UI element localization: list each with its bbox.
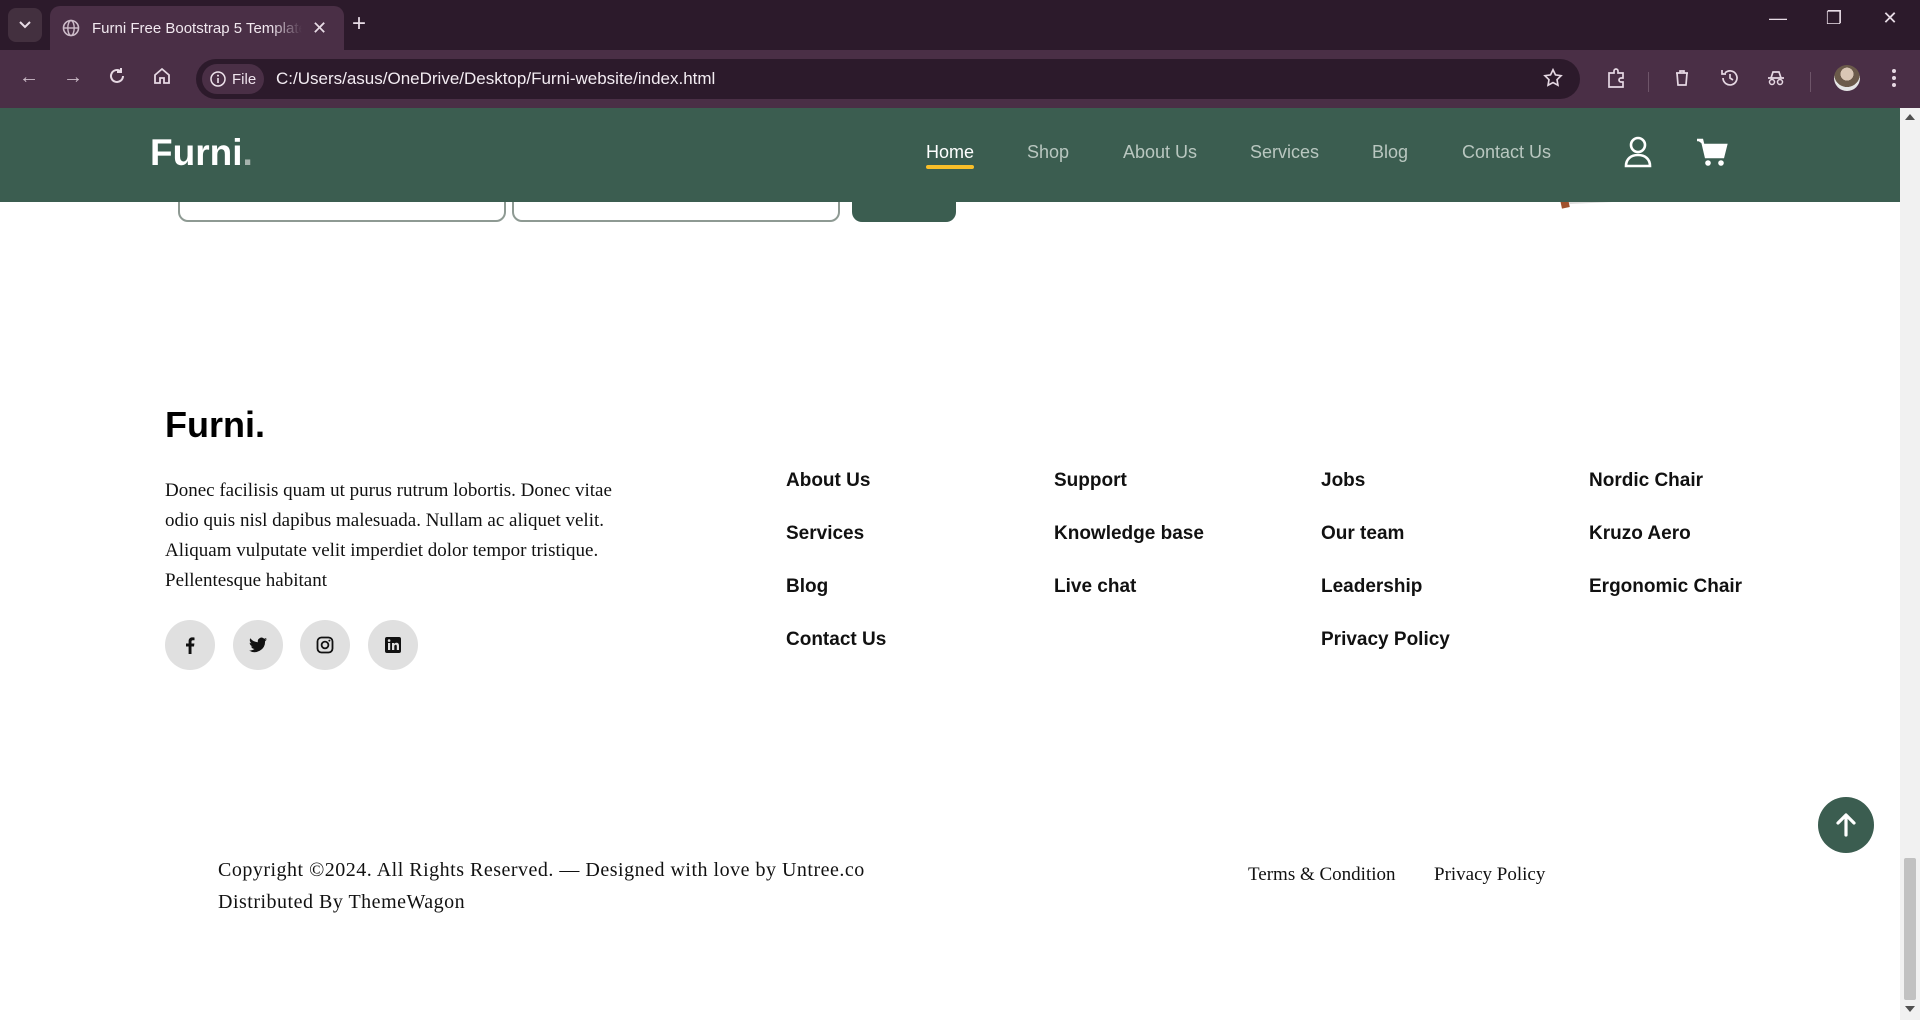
facebook-icon bbox=[186, 637, 195, 654]
linkedin-button[interactable] bbox=[368, 620, 418, 670]
bookmark-star-icon[interactable] bbox=[1542, 67, 1564, 89]
arrow-up-icon bbox=[1836, 813, 1856, 837]
globe-icon bbox=[62, 19, 80, 37]
nav-contact-us[interactable]: Contact Us bbox=[1462, 142, 1551, 163]
minimize-icon[interactable]: — bbox=[1758, 8, 1798, 29]
linkedin-icon bbox=[385, 637, 401, 653]
toolbar-separator bbox=[1810, 72, 1811, 92]
info-icon bbox=[210, 71, 226, 87]
scroll-down-arrow-icon[interactable] bbox=[1905, 1006, 1915, 1012]
footer-link-privacy-policy[interactable]: Privacy Policy bbox=[1321, 629, 1450, 651]
browser-tab[interactable]: Furni Free Bootstrap 5 Template ✕ bbox=[50, 6, 344, 50]
nav-blog[interactable]: Blog bbox=[1372, 142, 1408, 163]
scrollbar-thumb[interactable] bbox=[1904, 858, 1916, 1000]
url-text[interactable]: C:/Users/asus/OneDrive/Desktop/Furni-web… bbox=[276, 69, 715, 89]
footer-link-ergonomic-chair[interactable]: Ergonomic Chair bbox=[1589, 576, 1742, 598]
footer-link-blog[interactable]: Blog bbox=[786, 576, 828, 598]
footer-link-jobs[interactable]: Jobs bbox=[1321, 470, 1365, 492]
facebook-button[interactable] bbox=[165, 620, 215, 670]
back-to-top-button[interactable] bbox=[1818, 797, 1874, 853]
footer-link-nordic-chair[interactable]: Nordic Chair bbox=[1589, 470, 1703, 492]
site-chip-label: File bbox=[232, 70, 257, 88]
footer-link-contact-us[interactable]: Contact Us bbox=[786, 629, 886, 651]
history-icon[interactable] bbox=[1716, 64, 1744, 92]
extensions-icon[interactable] bbox=[1602, 64, 1630, 92]
home-icon[interactable] bbox=[147, 66, 177, 92]
toolbar-separator bbox=[1648, 72, 1649, 92]
copyright-text: Copyright ©2024. All Rights Reserved. — … bbox=[218, 859, 865, 881]
twitter-button[interactable] bbox=[233, 620, 283, 670]
restore-icon[interactable]: ❐ bbox=[1814, 8, 1854, 29]
footer-description: Donec facilisis quam ut purus rutrum lob… bbox=[165, 480, 612, 591]
scroll-up-arrow-icon[interactable] bbox=[1905, 114, 1915, 120]
close-window-icon[interactable]: ✕ bbox=[1870, 8, 1910, 29]
new-tab-button[interactable]: + bbox=[352, 10, 366, 38]
profile-avatar[interactable] bbox=[1834, 65, 1860, 91]
terms-link[interactable]: Terms & Condition bbox=[1248, 864, 1396, 886]
footer-logo[interactable]: Furni. bbox=[165, 404, 265, 446]
footer-link-leadership[interactable]: Leadership bbox=[1321, 576, 1422, 598]
chevron-down-icon bbox=[19, 21, 31, 29]
close-tab-icon[interactable]: ✕ bbox=[312, 18, 327, 39]
address-bar[interactable]: File C:/Users/asus/OneDrive/Desktop/Furn… bbox=[196, 59, 1580, 99]
instagram-icon bbox=[316, 636, 334, 654]
user-icon[interactable] bbox=[1624, 136, 1652, 168]
browser-tab-strip: Furni Free Bootstrap 5 Template ✕ + — ❐ … bbox=[0, 0, 1920, 50]
nav-services[interactable]: Services bbox=[1250, 142, 1319, 163]
nav-home[interactable]: Home bbox=[926, 142, 975, 169]
reload-icon[interactable] bbox=[102, 66, 132, 92]
twitter-icon bbox=[249, 637, 267, 653]
footer-link-support[interactable]: Support bbox=[1054, 470, 1127, 492]
tab-title: Furni Free Bootstrap 5 Template bbox=[92, 19, 302, 37]
forward-arrow-icon[interactable]: → bbox=[58, 66, 88, 89]
footer-link-about-us[interactable]: About Us bbox=[786, 470, 870, 492]
footer-link-our-team[interactable]: Our team bbox=[1321, 523, 1404, 545]
privacy-policy-link[interactable]: Privacy Policy bbox=[1434, 864, 1545, 886]
instagram-button[interactable] bbox=[300, 620, 350, 670]
footer-link-live-chat[interactable]: Live chat bbox=[1054, 576, 1136, 598]
footer-link-kruzo-aero[interactable]: Kruzo Aero bbox=[1589, 523, 1691, 545]
brand-logo[interactable]: Furni. bbox=[150, 132, 253, 174]
cart-icon[interactable] bbox=[1696, 138, 1728, 168]
copyright-block: Copyright ©2024. All Rights Reserved. — … bbox=[218, 854, 865, 918]
nav-shop[interactable]: Shop bbox=[1027, 142, 1069, 163]
site-info-chip[interactable]: File bbox=[202, 64, 264, 94]
footer-link-knowledge-base[interactable]: Knowledge base bbox=[1054, 523, 1204, 545]
nav-about-us[interactable]: About Us bbox=[1123, 142, 1197, 163]
incognito-icon[interactable] bbox=[1762, 64, 1790, 92]
kebab-menu-icon[interactable] bbox=[1880, 64, 1908, 92]
footer-link-services[interactable]: Services bbox=[786, 523, 864, 545]
trash-icon[interactable] bbox=[1668, 64, 1696, 92]
distributed-by-text: Distributed By ThemeWagon bbox=[218, 891, 466, 913]
site-navbar: Furni. Home Shop About Us Services Blog … bbox=[0, 108, 1900, 202]
back-arrow-icon[interactable]: ← bbox=[14, 66, 44, 89]
browser-toolbar: ← → File C:/Users/asus/OneDrive/Desktop/… bbox=[0, 50, 1920, 108]
tab-search-button[interactable] bbox=[8, 8, 42, 42]
